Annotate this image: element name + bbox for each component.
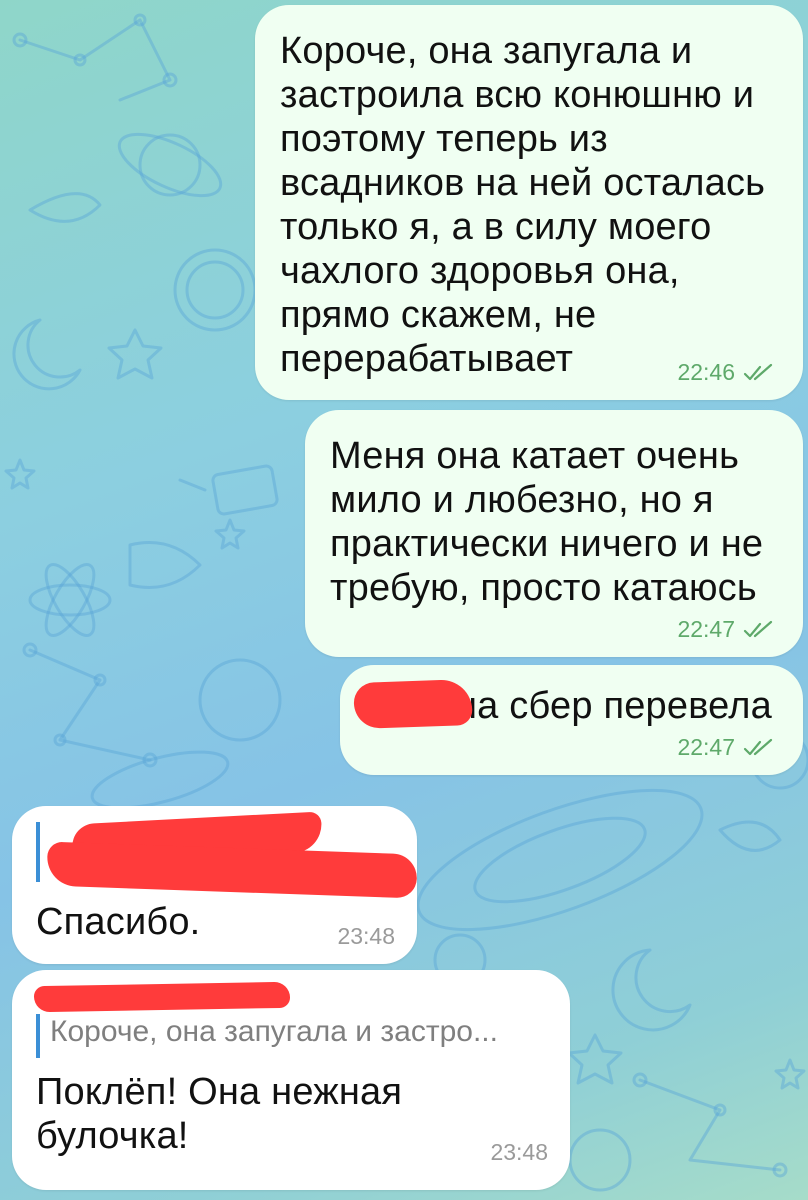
outgoing-message[interactable]: Меня она катает очень мило и любезно, но… <box>305 410 803 657</box>
message-line: застроила всю конюшню и <box>280 74 755 116</box>
satellite-doodle <box>211 464 279 516</box>
galaxy-doodle <box>416 788 704 932</box>
moon-doodle <box>12 318 82 391</box>
atom-doodle <box>28 583 112 617</box>
message-line: требую, просто катаюсь <box>330 567 757 609</box>
message-meta: 22:47 <box>677 734 773 761</box>
message-line: поэтому теперь из <box>280 118 608 160</box>
comet-doodle <box>28 192 102 223</box>
outgoing-message[interactable]: на сбер перевела 22:47 <box>340 665 803 775</box>
message-time: 22:47 <box>677 616 735 642</box>
message-meta: 22:47 <box>677 616 773 643</box>
message-time: 22:46 <box>677 359 735 385</box>
message-meta: 23:48 <box>490 1139 548 1166</box>
message-text: Меня она катает очень мило и любезно, но… <box>330 434 763 610</box>
message-meta: 22:46 <box>677 359 773 386</box>
reply-quote[interactable]: Короче, она запугала и застро... <box>36 1014 546 1058</box>
message-time: 23:48 <box>490 1139 548 1165</box>
message-line: Поклёп! Она нежная <box>36 1071 403 1113</box>
message-line: практически ничего и не <box>330 523 764 565</box>
redaction-mark <box>353 678 473 730</box>
double-check-icon <box>743 620 773 637</box>
incoming-message[interactable]: Короче, она запугала и застро... Поклёп!… <box>12 970 570 1190</box>
double-check-icon <box>743 738 773 755</box>
message-text: Поклёп! Она нежная булочка! <box>36 1070 402 1158</box>
redaction-mark <box>33 981 291 1013</box>
message-line: Спасибо. <box>36 901 201 943</box>
message-text: на сбер перевела <box>456 684 772 728</box>
message-text: Короче, она запугала и застроила всю кон… <box>280 29 765 381</box>
message-line: мило и любезно, но я <box>330 479 714 521</box>
message-time: 23:48 <box>337 923 395 949</box>
planet-doodle <box>117 132 223 198</box>
constellation-doodle <box>18 18 172 102</box>
outgoing-message[interactable]: Короче, она запугала и застроила всю кон… <box>255 5 803 400</box>
double-check-icon <box>743 363 773 380</box>
message-time: 22:47 <box>677 734 735 760</box>
astronaut-doodle <box>173 248 257 332</box>
message-line: Короче, она запугала и <box>280 30 693 72</box>
rocket-doodle <box>128 541 202 589</box>
star-doodle <box>107 328 163 380</box>
message-line: Меня она катает очень <box>330 435 740 477</box>
message-line: только я, а в силу моего <box>280 206 712 248</box>
message-line: чахлого здоровья она, <box>280 250 680 292</box>
message-meta: 23:48 <box>337 923 395 950</box>
message-line: прямо скажем, не <box>280 294 597 336</box>
message-line: на сбер перевела <box>456 685 772 727</box>
reply-preview-text: Короче, она запугала и застро... <box>50 1015 498 1048</box>
message-text: Спасибо. <box>36 900 200 944</box>
incoming-message[interactable]: Спасибо. 23:48 <box>12 806 418 964</box>
message-line: всадников на ней осталась <box>280 162 766 204</box>
message-line: булочка! <box>36 1115 189 1157</box>
